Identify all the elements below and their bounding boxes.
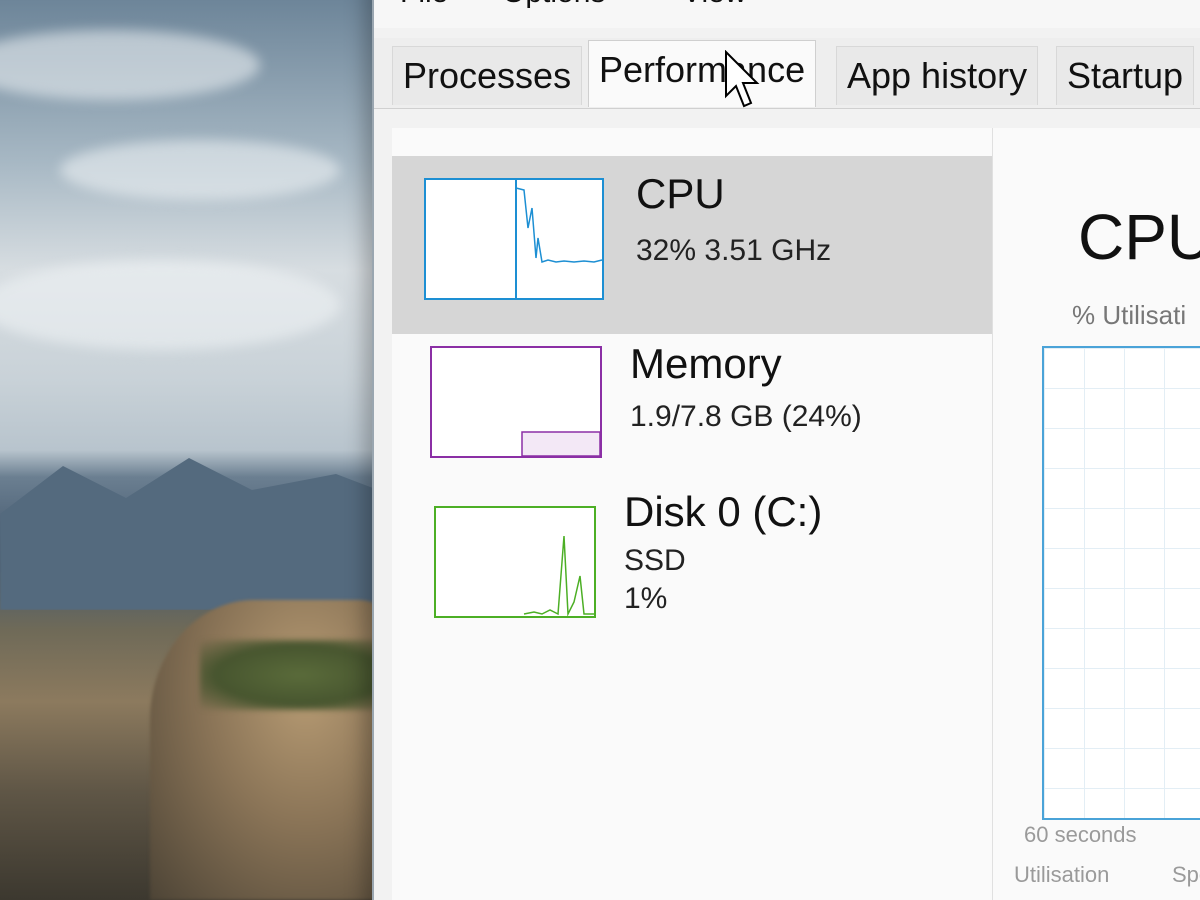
resource-item-cpu[interactable]: CPU 32% 3.51 GHz <box>392 156 992 334</box>
disk-type: SSD <box>624 544 686 577</box>
performance-pane: CPU 32% 3.51 GHz Memory 1.9/7.8 GB (24%) <box>392 128 1200 900</box>
cpu-utilisation-graph <box>1042 346 1200 820</box>
cpu-mini-graph <box>424 178 604 300</box>
detail-subtitle: % Utilisati <box>1072 300 1187 330</box>
memory-mini-graph <box>430 346 602 458</box>
resource-item-disk[interactable]: Disk 0 (C:) SSD 1% <box>392 488 992 712</box>
mouse-pointer-icon <box>725 50 760 108</box>
mountain-range <box>0 458 420 610</box>
resource-item-memory[interactable]: Memory 1.9/7.8 GB (24%) <box>392 334 992 512</box>
desktop-wallpaper: File Options View Processes Performance … <box>0 0 1200 900</box>
disk-title: Disk 0 (C:) <box>624 488 823 535</box>
utilisation-label: Utilisation <box>1014 862 1110 887</box>
graph-grid <box>1044 348 1200 818</box>
tab-performance[interactable]: Performance <box>588 40 817 107</box>
disk-mini-graph <box>434 506 596 618</box>
cpu-usage: 32% 3.51 GHz <box>636 234 832 267</box>
speed-label: Speed <box>1172 862 1200 887</box>
cloud <box>0 30 260 100</box>
cloud <box>60 140 340 200</box>
tab-app-history[interactable]: App history <box>836 46 1039 105</box>
menu-bar: File Options View <box>374 0 1200 28</box>
cpu-title: CPU <box>636 170 725 217</box>
tab-strip: Processes Performance App history Startu… <box>374 38 1200 109</box>
cloud <box>0 260 340 350</box>
task-manager-window: File Options View Processes Performance … <box>372 0 1200 900</box>
resource-list: CPU 32% 3.51 GHz Memory 1.9/7.8 GB (24%) <box>392 128 993 900</box>
menu-file[interactable]: File <box>400 0 448 10</box>
tab-startup[interactable]: Startup <box>1056 46 1195 105</box>
tab-processes[interactable]: Processes <box>392 46 583 105</box>
foliage <box>200 640 400 710</box>
detail-title: CPU <box>1078 201 1200 273</box>
memory-usage: 1.9/7.8 GB (24%) <box>630 400 862 433</box>
memory-title: Memory <box>630 340 782 387</box>
disk-usage: 1% <box>624 582 668 615</box>
menu-view[interactable]: View <box>682 0 746 10</box>
menu-options[interactable]: Options <box>502 0 605 10</box>
time-axis-label: 60 seconds <box>1024 822 1137 847</box>
